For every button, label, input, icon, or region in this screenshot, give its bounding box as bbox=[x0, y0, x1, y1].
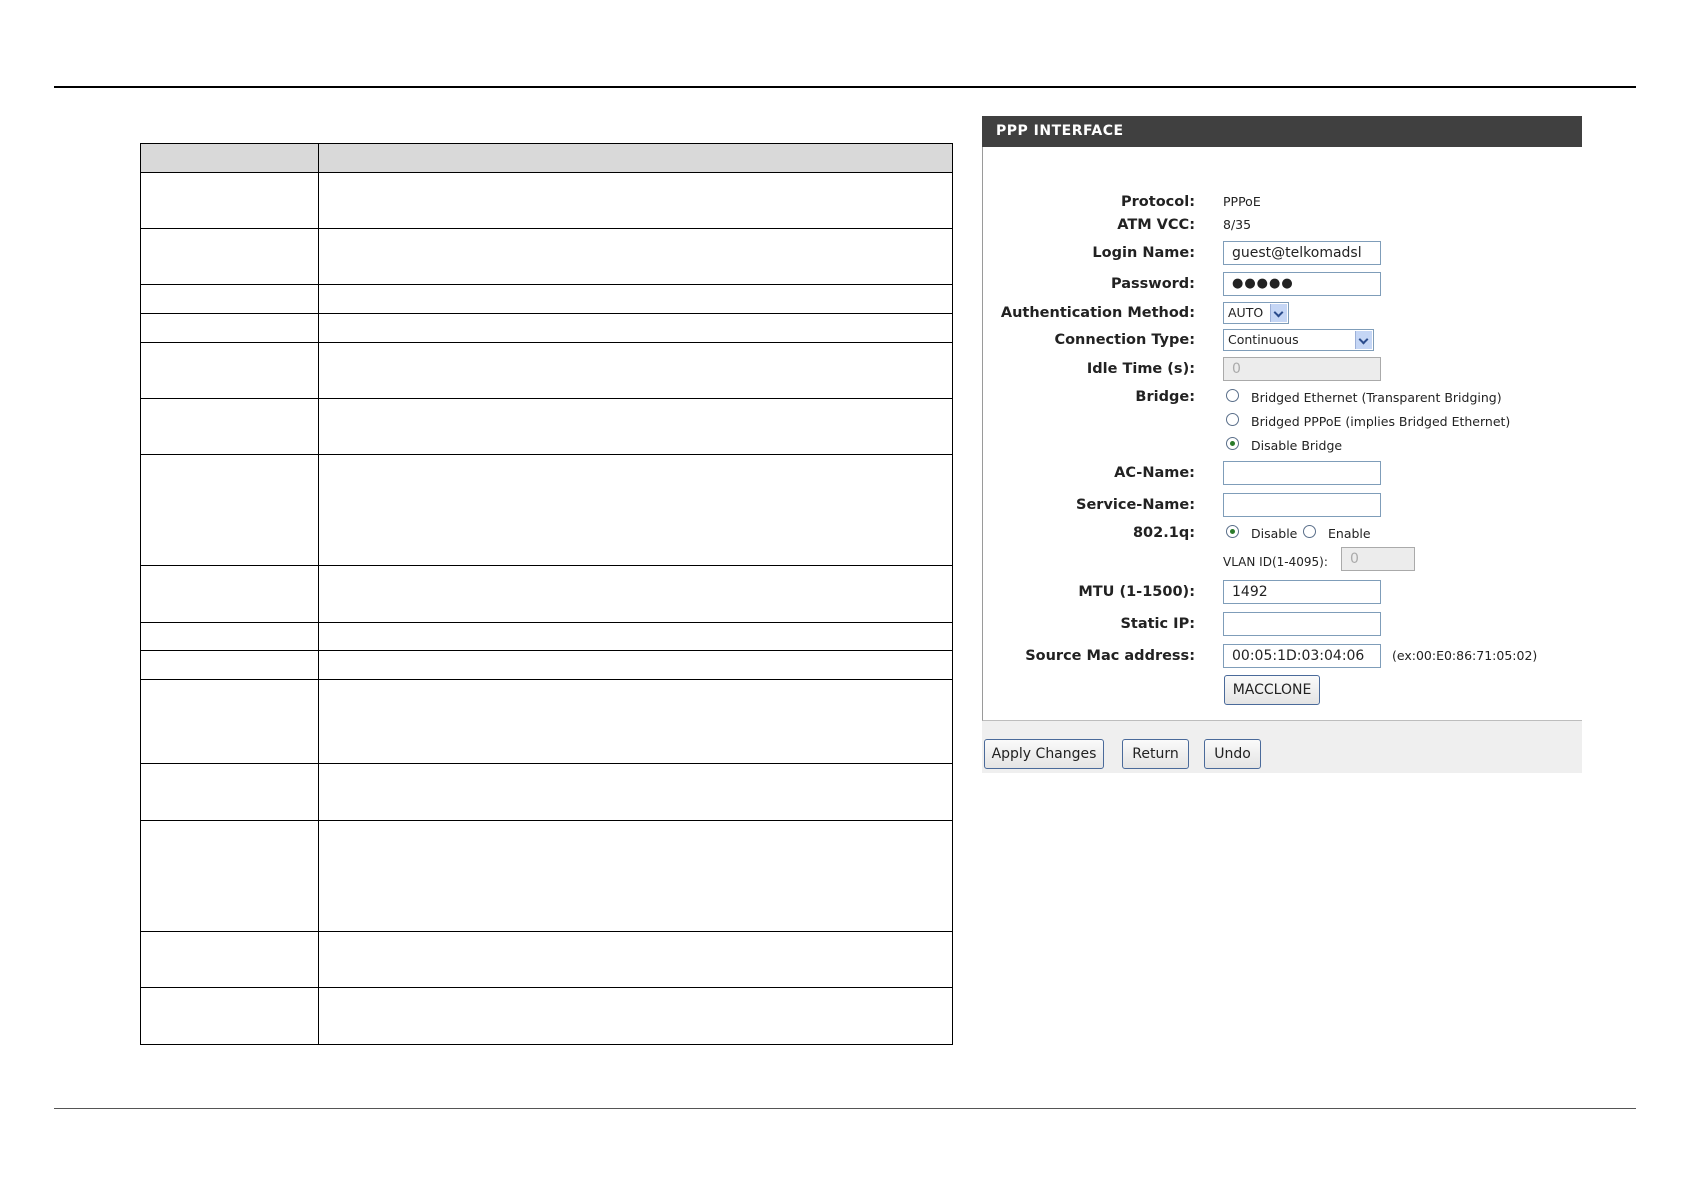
connection-type-value: Continuous bbox=[1228, 332, 1299, 347]
idle-time-label: Idle Time (s): bbox=[1086, 361, 1195, 377]
table-row bbox=[140, 763, 953, 821]
chevron-down-icon[interactable] bbox=[1270, 304, 1287, 322]
protocol-value: PPPoE bbox=[1223, 194, 1261, 209]
source-mac-row: Source Mac address: 00:05:1D:03:04:06 (e… bbox=[983, 644, 1583, 668]
table-row bbox=[140, 398, 953, 455]
bridge-label: Bridge: bbox=[1135, 389, 1195, 405]
mtu-label: MTU (1-1500): bbox=[1078, 584, 1195, 600]
password-input[interactable]: ●●●●● bbox=[1223, 272, 1381, 296]
source-mac-input[interactable]: 00:05:1D:03:04:06 bbox=[1223, 644, 1381, 668]
description-table bbox=[140, 143, 953, 1045]
source-mac-example: (ex:00:E0:86:71:05:02) bbox=[1392, 648, 1538, 663]
ppp-interface-panel: PPP INTERFACE Protocol: PPPoE ATM VCC: 8… bbox=[982, 116, 1582, 773]
table-row bbox=[140, 284, 953, 314]
vlan-id-input[interactable]: 0 bbox=[1341, 547, 1415, 571]
auth-method-select[interactable]: AUTO bbox=[1223, 302, 1289, 324]
table-row bbox=[140, 622, 953, 651]
dot1q-disable-radio[interactable] bbox=[1226, 525, 1239, 538]
protocol-row: Protocol: PPPoE bbox=[983, 190, 1583, 214]
connection-type-select[interactable]: Continuous bbox=[1223, 329, 1374, 351]
login-name-row: Login Name: guest@telkomadsl bbox=[983, 241, 1583, 265]
password-row: Password: ●●●●● bbox=[983, 272, 1583, 296]
bridge-ethernet-label: Bridged Ethernet (Transparent Bridging) bbox=[1251, 390, 1502, 405]
undo-button[interactable]: Undo bbox=[1204, 739, 1261, 769]
idle-time-input[interactable]: 0 bbox=[1223, 357, 1381, 381]
service-name-row: Service-Name: bbox=[983, 493, 1583, 517]
action-bar: Apply Changes Return Undo bbox=[982, 721, 1582, 773]
table-row bbox=[140, 679, 953, 764]
table-row bbox=[140, 820, 953, 932]
panel-body: Protocol: PPPoE ATM VCC: 8/35 Login Name… bbox=[982, 147, 1582, 721]
source-mac-label: Source Mac address: bbox=[1025, 648, 1195, 664]
idle-time-row: Idle Time (s): 0 bbox=[983, 357, 1583, 381]
mtu-row: MTU (1-1500): 1492 bbox=[983, 580, 1583, 604]
disable-bridge-radio[interactable] bbox=[1226, 437, 1239, 450]
return-button[interactable]: Return bbox=[1122, 739, 1189, 769]
table-row bbox=[140, 987, 953, 1045]
dot1q-enable-radio[interactable] bbox=[1303, 525, 1316, 538]
service-name-label: Service-Name: bbox=[1076, 497, 1195, 513]
bottom-rule bbox=[54, 1108, 1636, 1109]
table-row bbox=[140, 650, 953, 680]
static-ip-label: Static IP: bbox=[1120, 616, 1195, 632]
bridge-ethernet-radio[interactable] bbox=[1226, 389, 1239, 402]
table-row bbox=[140, 931, 953, 988]
table-row bbox=[140, 313, 953, 343]
static-ip-input[interactable] bbox=[1223, 612, 1381, 636]
auth-method-label: Authentication Method: bbox=[1000, 305, 1195, 321]
mtu-input[interactable]: 1492 bbox=[1223, 580, 1381, 604]
ac-name-label: AC-Name: bbox=[1114, 465, 1195, 481]
login-name-label: Login Name: bbox=[1092, 245, 1195, 261]
dot1q-disable-label: Disable bbox=[1251, 526, 1298, 541]
table-row bbox=[140, 342, 953, 399]
dot1q-enable-label: Enable bbox=[1328, 526, 1371, 541]
password-label: Password: bbox=[1111, 276, 1195, 292]
table-row bbox=[140, 228, 953, 285]
service-name-input[interactable] bbox=[1223, 493, 1381, 517]
login-name-input[interactable]: guest@telkomadsl bbox=[1223, 241, 1381, 265]
ac-name-input[interactable] bbox=[1223, 461, 1381, 485]
chevron-down-icon[interactable] bbox=[1355, 331, 1372, 349]
atm-vcc-value: 8/35 bbox=[1223, 217, 1252, 232]
ac-name-row: AC-Name: bbox=[983, 461, 1583, 485]
bridge-pppoe-label: Bridged PPPoE (implies Bridged Ethernet) bbox=[1251, 414, 1511, 429]
dot1q-label: 802.1q: bbox=[1132, 525, 1195, 541]
panel-title: PPP INTERFACE bbox=[982, 116, 1582, 147]
table-header-row bbox=[140, 143, 953, 173]
table-row bbox=[140, 172, 953, 229]
top-rule bbox=[54, 86, 1636, 88]
vlan-id-label: VLAN ID(1-4095): bbox=[1223, 555, 1328, 569]
connection-type-label: Connection Type: bbox=[1054, 332, 1195, 348]
connection-type-row: Connection Type: Continuous bbox=[983, 328, 1583, 352]
protocol-label: Protocol: bbox=[1121, 194, 1195, 210]
auth-method-row: Authentication Method: AUTO bbox=[983, 301, 1583, 325]
apply-changes-button[interactable]: Apply Changes bbox=[984, 739, 1104, 769]
disable-bridge-label: Disable Bridge bbox=[1251, 438, 1343, 453]
auth-method-value: AUTO bbox=[1228, 305, 1264, 320]
macclone-button[interactable]: MACCLONE bbox=[1224, 675, 1320, 705]
table-row bbox=[140, 565, 953, 623]
bridge-pppoe-radio[interactable] bbox=[1226, 413, 1239, 426]
table-row bbox=[140, 454, 953, 566]
static-ip-row: Static IP: bbox=[983, 612, 1583, 636]
atm-vcc-label: ATM VCC: bbox=[1117, 217, 1195, 233]
atm-vcc-row: ATM VCC: 8/35 bbox=[983, 213, 1583, 237]
